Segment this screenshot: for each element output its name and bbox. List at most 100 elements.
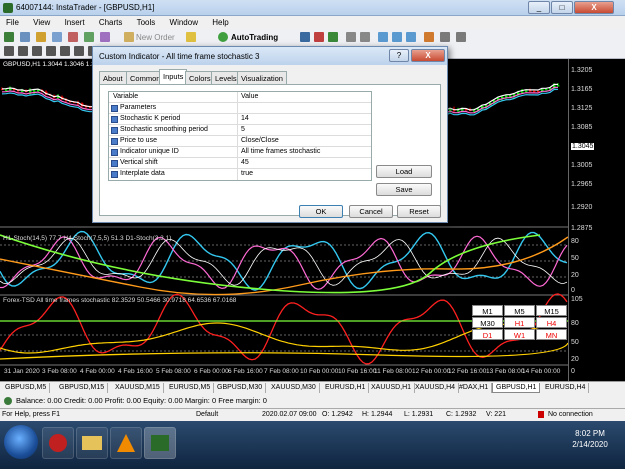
- file-explorer-icon[interactable]: [76, 427, 108, 459]
- grid-row-interplate[interactable]: Interplate data true: [109, 169, 371, 180]
- autotrading-button[interactable]: AutoTrading: [231, 33, 278, 42]
- start-button[interactable]: [4, 425, 38, 459]
- chart-tab[interactable]: XAUUSD,M15: [112, 383, 164, 393]
- row-value[interactable]: Close/Close: [241, 137, 279, 144]
- dialog-help-button[interactable]: ?: [389, 49, 409, 62]
- bar-chart-icon[interactable]: [300, 32, 310, 42]
- chart-tab[interactable]: GBPUSD,M15: [56, 383, 109, 393]
- row-value[interactable]: 14: [241, 115, 249, 122]
- minimize-button[interactable]: _: [528, 1, 550, 14]
- grid-row-unique-id[interactable]: Indicator unique ID All time frames stoc…: [109, 147, 371, 158]
- chart-tab[interactable]: XAUUSD,H4: [412, 383, 460, 393]
- new-order-button[interactable]: New Order: [136, 33, 175, 42]
- crosshair-icon[interactable]: [18, 46, 28, 56]
- tf-m1[interactable]: M1: [472, 305, 503, 316]
- tf-w1[interactable]: W1: [504, 329, 535, 340]
- channel-icon[interactable]: [74, 46, 84, 56]
- clock[interactable]: 8:02 PM 2/14/2020: [560, 428, 620, 450]
- tile-windows-icon[interactable]: [378, 32, 388, 42]
- chart-tab-active[interactable]: GBPUSD,H1: [492, 383, 541, 393]
- parameter-icon: [111, 116, 118, 123]
- cancel-button[interactable]: Cancel: [349, 205, 393, 218]
- ok-button[interactable]: OK: [299, 205, 343, 218]
- tf-m15[interactable]: M15: [536, 305, 567, 316]
- chart-tab[interactable]: XAUUSD,H1: [368, 383, 416, 393]
- metatrader-icon[interactable]: [144, 427, 176, 459]
- navigator-icon[interactable]: [68, 32, 78, 42]
- tf-d1[interactable]: D1: [472, 329, 503, 340]
- time-label: 13 Feb 08:00: [486, 368, 525, 375]
- app-gear-icon[interactable]: [42, 427, 74, 459]
- grid-row-smoothing[interactable]: Stochastic smoothing period 5: [109, 125, 371, 136]
- line-chart-icon[interactable]: [328, 32, 338, 42]
- grid-row-vertical-shift[interactable]: Vertical shift 45: [109, 158, 371, 169]
- grid-row-parameters[interactable]: Parameters: [109, 103, 371, 114]
- tab-inputs[interactable]: Inputs: [159, 69, 188, 84]
- profiles-icon[interactable]: [20, 32, 30, 42]
- indicator2-label: Forex-TSD All time frames stochastic 82.…: [3, 297, 237, 304]
- close-button[interactable]: X: [574, 1, 614, 14]
- horizontal-line-icon[interactable]: [46, 46, 56, 56]
- chart-tab[interactable]: #DAX,H1: [456, 383, 493, 393]
- strategy-tester-icon[interactable]: [100, 32, 110, 42]
- menu-tools[interactable]: Tools: [131, 16, 162, 27]
- tab-visualization[interactable]: Visualization: [237, 71, 287, 84]
- vertical-line-icon[interactable]: [32, 46, 42, 56]
- tf-h4[interactable]: H4: [536, 317, 567, 328]
- chart-tab[interactable]: EURUSD,H1: [322, 383, 370, 393]
- zoom-out-icon[interactable]: [360, 32, 370, 42]
- trendline-icon[interactable]: [60, 46, 70, 56]
- chart-tab[interactable]: GBPUSD,M30: [214, 383, 267, 393]
- price-label: 1.3165: [571, 86, 593, 93]
- reset-button[interactable]: Reset: [397, 205, 441, 218]
- row-value[interactable]: 45: [241, 159, 249, 166]
- row-value[interactable]: All time frames stochastic: [241, 148, 320, 155]
- metaeditor-icon[interactable]: [186, 32, 196, 42]
- chart-tab[interactable]: XAUUSD,M30: [268, 383, 320, 393]
- chart-shift-icon[interactable]: [392, 32, 402, 42]
- data-window-icon[interactable]: [52, 32, 62, 42]
- market-watch-icon[interactable]: [36, 32, 46, 42]
- zoom-in-icon[interactable]: [346, 32, 356, 42]
- time-label: 6 Feb 16:00: [228, 368, 263, 375]
- chart-tab[interactable]: EURUSD,H4: [542, 383, 590, 393]
- row-value[interactable]: 5: [241, 126, 245, 133]
- timeframe-grid: M1 M5 M15 M30 H1 H4 D1 W1 MN: [472, 305, 568, 341]
- cursor-icon[interactable]: [4, 46, 14, 56]
- col-value: Value: [241, 93, 259, 100]
- save-button[interactable]: Save: [376, 183, 432, 196]
- vlc-icon[interactable]: [110, 427, 142, 459]
- menu-file[interactable]: File: [0, 16, 25, 27]
- grid-row-price[interactable]: Price to use Close/Close: [109, 136, 371, 147]
- chart-tab[interactable]: GBPUSD,M5: [2, 383, 51, 393]
- indicators-icon[interactable]: [424, 32, 434, 42]
- price-label: 1.2920: [571, 204, 593, 211]
- menu-insert[interactable]: Insert: [59, 16, 91, 27]
- terminal-icon[interactable]: [84, 32, 94, 42]
- row-name: Indicator unique ID: [120, 148, 179, 155]
- tf-m5[interactable]: M5: [504, 305, 535, 316]
- dialog-titlebar: Custom Indicator - All time frame stocha…: [93, 47, 447, 65]
- maximize-button[interactable]: □: [551, 1, 573, 14]
- grid-row-k-period[interactable]: Stochastic K period 14: [109, 114, 371, 125]
- load-button[interactable]: Load: [376, 165, 432, 178]
- candlestick-icon[interactable]: [314, 32, 324, 42]
- tf-mn[interactable]: MN: [536, 329, 567, 340]
- new-chart-icon[interactable]: [4, 32, 14, 42]
- tf-h1[interactable]: H1: [504, 317, 535, 328]
- menu-view[interactable]: View: [27, 16, 56, 27]
- templates-icon[interactable]: [456, 32, 466, 42]
- tf-m30[interactable]: M30: [472, 317, 503, 328]
- ind2-level: 50: [571, 339, 579, 346]
- dialog-close-button[interactable]: X: [411, 49, 445, 62]
- tab-about[interactable]: About: [99, 71, 127, 84]
- menu-help[interactable]: Help: [206, 16, 234, 27]
- periods-icon[interactable]: [440, 32, 450, 42]
- row-value[interactable]: true: [241, 170, 253, 177]
- auto-scroll-icon[interactable]: [406, 32, 416, 42]
- clock-time: 8:02 PM: [575, 429, 605, 438]
- menu-charts[interactable]: Charts: [93, 16, 129, 27]
- candle-body: [5, 89, 8, 91]
- menu-window[interactable]: Window: [164, 16, 204, 27]
- chart-tab[interactable]: EURUSD,M5: [166, 383, 215, 393]
